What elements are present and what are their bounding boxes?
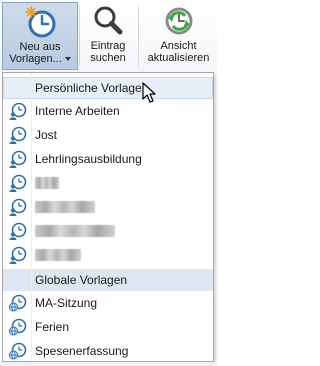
window-bottom-edge [0,362,217,366]
new-from-template-label-1: Neu aus [19,41,61,53]
person-clock-icon [9,126,27,144]
person-clock-icon [9,102,27,120]
menu-item[interactable]: Spesenerfassung [3,339,213,363]
menu-item[interactable] [3,219,213,243]
menu-item-label: MA-Sitzung [35,296,98,310]
menu-item-label: Lehrlingsausbildung [35,152,142,166]
clock-refresh-icon [165,7,192,35]
find-entry-label-1: Eintrag [90,40,126,52]
personal-templates-header-label: Persönliche Vorlagen [35,81,149,95]
find-entry-button[interactable]: Eintrag suchen [80,2,136,70]
person-clock-icon [9,222,27,240]
menu-item-label: Spesenerfassung [35,344,129,358]
redacted-label [35,249,81,261]
global-templates-header[interactable]: Globale Vorlagen [3,269,213,291]
person-clock-icon [9,198,27,216]
personal-templates-header[interactable]: Persönliche Vorlagen [3,77,213,99]
globe-clock-icon [9,318,27,336]
menu-item-label: Jost [35,128,58,142]
chevron-down-icon [64,57,71,62]
template-dropdown-menu: Persönliche Vorlagen Interne Arbeiten Jos… [2,72,214,362]
ribbon-toolbar: Neu aus Vorlagen... Eintrag suchen Ansic… [0,0,217,72]
menu-item-label: Interne Arbeiten [35,104,120,118]
new-from-template-label-2-text: Vorlagen... [9,53,62,65]
personal-templates-list: Interne Arbeiten Jost Lehrlingsausbildung [3,99,213,267]
person-clock-icon [9,174,27,192]
menu-item[interactable]: Lehrlingsausbildung [3,147,213,171]
menu-item[interactable]: MA-Sitzung [3,291,213,315]
refresh-view-label-1: Ansicht [160,40,197,52]
globe-clock-icon [9,342,27,360]
refresh-view-label-2: aktualisieren [147,52,210,64]
new-from-template-button[interactable]: Neu aus Vorlagen... [2,2,78,70]
person-clock-icon [9,246,27,264]
menu-item[interactable] [3,243,213,267]
magnifier-icon [94,6,123,35]
global-templates-list: MA-Sitzung Ferien Spesenerfassung [3,291,213,363]
globe-clock-icon [9,294,27,312]
menu-item[interactable]: Jost [3,123,213,147]
find-entry-label-2: suchen [90,52,126,64]
redacted-label [35,225,115,237]
person-clock-icon [9,150,27,168]
menu-item[interactable] [3,171,213,195]
global-templates-header-label: Globale Vorlagen [35,273,128,287]
clock-new-icon [25,6,56,38]
menu-item[interactable]: Interne Arbeiten [3,99,213,123]
new-from-template-label-2: Vorlagen... [9,53,71,65]
refresh-view-button[interactable]: Ansicht aktualisieren [140,2,217,70]
mouse-cursor-icon [142,82,156,103]
menu-item-label: Ferien [35,320,70,334]
menu-item[interactable] [3,195,213,219]
ribbon-separator [138,6,139,66]
redacted-label [35,201,95,213]
menu-item[interactable]: Ferien [3,315,213,339]
redacted-label [35,177,59,189]
